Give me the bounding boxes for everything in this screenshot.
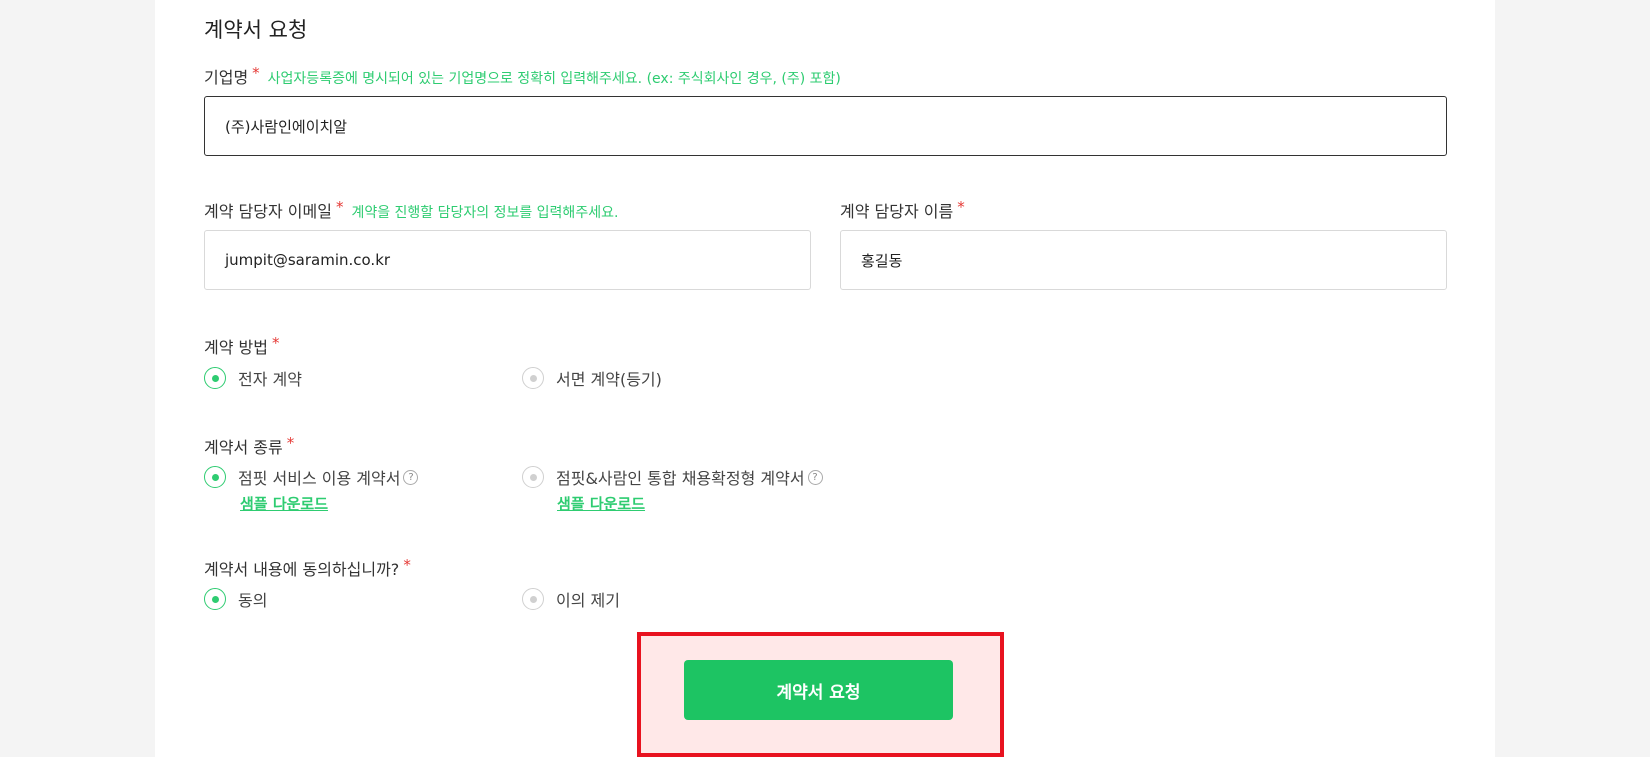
sample-download-link[interactable]: 샘플 다운로드 [240, 493, 328, 514]
contract-type-label: 계약서 종류 [204, 438, 283, 457]
method-label-row: 계약 방법 * [204, 334, 279, 358]
required-mark: * [957, 198, 965, 216]
contract-type-label-row: 계약서 종류 * [204, 434, 294, 458]
company-name-input[interactable]: (주)사람인에이치알 [204, 96, 1447, 156]
radio-checked-icon [204, 367, 226, 389]
required-mark: * [286, 434, 295, 452]
method-paper-radio[interactable]: 서면 계약(등기) [522, 366, 662, 390]
agree-label-row: 계약서 내용에 동의하십니까? * [204, 556, 411, 580]
email-label-row: 계약 담당자 이메일 * 계약을 진행할 담당자의 정보를 입력해주세요. [204, 198, 618, 222]
radio-label: 동의 [238, 591, 268, 610]
sample-download-link[interactable]: 샘플 다운로드 [557, 493, 645, 514]
required-mark: * [271, 334, 280, 352]
required-mark: * [252, 64, 260, 82]
radio-checked-icon [204, 466, 226, 488]
contract-type-integrated-radio[interactable]: 점핏&사람인 통합 채용확정형 계약서 ? [522, 465, 823, 489]
email-value: jumpit@saramin.co.kr [225, 251, 391, 269]
radio-unchecked-icon [522, 588, 544, 610]
agree-label: 계약서 내용에 동의하십니까? [204, 560, 400, 579]
required-mark: * [403, 556, 411, 574]
radio-unchecked-icon [522, 466, 544, 488]
radio-label: 이의 제기 [556, 591, 620, 610]
request-contract-button[interactable]: 계약서 요청 [684, 660, 953, 720]
company-name-value: (주)사람인에이치알 [225, 117, 348, 136]
agree-radio[interactable]: 동의 [204, 587, 267, 611]
method-electronic-radio[interactable]: 전자 계약 [204, 366, 302, 390]
required-mark: * [335, 198, 344, 216]
company-hint: 사업자등록증에 명시되어 있는 기업명으로 정확히 입력해주세요. (ex: 주… [267, 71, 841, 87]
section-title: 계약서 요청 [204, 18, 308, 42]
contact-name-value: 홍길동 [861, 251, 903, 270]
company-label-row: 기업명 * 사업자등록증에 명시되어 있는 기업명으로 정확히 입력해주세요. (e… [204, 64, 841, 88]
contact-name-input[interactable]: 홍길동 [840, 230, 1447, 290]
radio-unchecked-icon [522, 367, 544, 389]
email-label: 계약 담당자 이메일 [204, 202, 332, 221]
name-label-row: 계약 담당자 이름 * [840, 198, 965, 222]
email-input[interactable]: jumpit@saramin.co.kr [204, 230, 811, 290]
radio-checked-icon [204, 588, 226, 610]
company-label: 기업명 [204, 68, 249, 87]
contract-type-jumpit-radio[interactable]: 점핏 서비스 이용 계약서 ? [204, 465, 419, 489]
help-icon[interactable]: ? [403, 469, 419, 485]
radio-label: 점핏 서비스 이용 계약서 [238, 469, 401, 488]
radio-label: 서면 계약(등기) [556, 370, 662, 389]
help-icon[interactable]: ? [807, 469, 823, 485]
objection-radio[interactable]: 이의 제기 [522, 587, 620, 611]
email-hint: 계약을 진행할 담당자의 정보를 입력해주세요. [351, 205, 619, 221]
method-label: 계약 방법 [204, 338, 268, 357]
radio-label: 전자 계약 [238, 370, 302, 389]
name-label: 계약 담당자 이름 [840, 202, 954, 221]
radio-label: 점핏&사람인 통합 채용확정형 계약서 [556, 469, 805, 488]
